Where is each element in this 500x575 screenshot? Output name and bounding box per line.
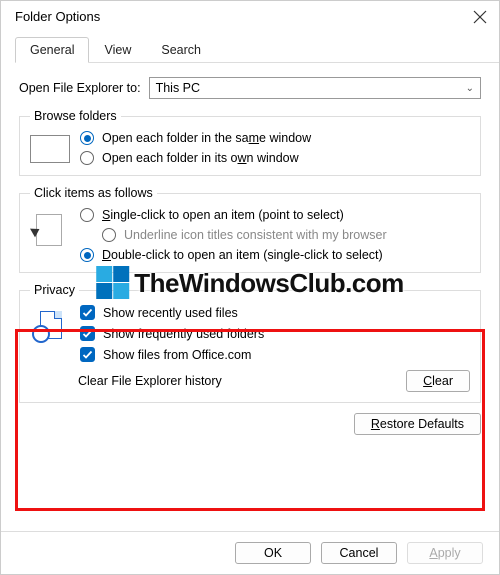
clear-button[interactable]: Clear [406, 370, 470, 392]
label-frequent-folders: Show frequently used folders [103, 327, 264, 341]
radio-single-click[interactable] [80, 208, 94, 222]
check-recent-files[interactable] [80, 305, 95, 320]
window-title: Folder Options [15, 9, 100, 24]
open-explorer-row: Open File Explorer to: This PC ⌄ [19, 77, 481, 99]
radio-underline [102, 228, 116, 242]
radio-same-window[interactable] [80, 131, 94, 145]
cancel-button[interactable]: Cancel [321, 542, 397, 564]
browse-folders-legend: Browse folders [30, 109, 121, 123]
restore-defaults-button[interactable]: Restore Defaults [354, 413, 481, 435]
dialog-buttons: OK Cancel Apply [1, 531, 499, 574]
open-explorer-value: This PC [156, 81, 200, 95]
click-items-group: Click items as follows Single-click to o… [19, 186, 481, 273]
radio-own-window[interactable] [80, 151, 94, 165]
tab-general[interactable]: General [15, 37, 89, 63]
chevron-down-icon: ⌄ [466, 83, 474, 94]
label-double-click: Double-click to open an item (single-cli… [102, 248, 383, 262]
label-recent-files: Show recently used files [103, 306, 238, 320]
folder-options-window: Folder Options General View Search Open … [0, 0, 500, 575]
clear-history-label: Clear File Explorer history [78, 374, 222, 388]
ok-button[interactable]: OK [235, 542, 311, 564]
tabstrip: General View Search [15, 36, 499, 63]
open-explorer-label: Open File Explorer to: [19, 81, 141, 95]
check-office-files[interactable] [80, 347, 95, 362]
tab-view[interactable]: View [89, 37, 146, 63]
label-underline: Underline icon titles consistent with my… [124, 228, 387, 242]
apply-button: Apply [407, 542, 483, 564]
click-items-legend: Click items as follows [30, 186, 157, 200]
privacy-legend: Privacy [30, 283, 79, 297]
check-frequent-folders[interactable] [80, 326, 95, 341]
label-own-window: Open each folder in its own window [102, 151, 299, 165]
browse-folders-group: Browse folders Open each folder in the s… [19, 109, 481, 176]
folder-icon [30, 135, 70, 163]
label-same-window: Open each folder in the same window [102, 131, 311, 145]
titlebar: Folder Options [1, 1, 499, 28]
open-explorer-combo[interactable]: This PC ⌄ [149, 77, 481, 99]
privacy-group: Privacy Show recently used files Show fr… [19, 283, 481, 403]
radio-double-click[interactable] [80, 248, 94, 262]
tab-search[interactable]: Search [146, 37, 216, 63]
label-office-files: Show files from Office.com [103, 348, 251, 362]
close-icon[interactable] [473, 10, 487, 24]
label-single-click: Single-click to open an item (point to s… [102, 208, 344, 222]
history-icon [30, 309, 70, 349]
general-pane: Open File Explorer to: This PC ⌄ Browse … [1, 63, 499, 443]
click-icon [30, 212, 70, 252]
